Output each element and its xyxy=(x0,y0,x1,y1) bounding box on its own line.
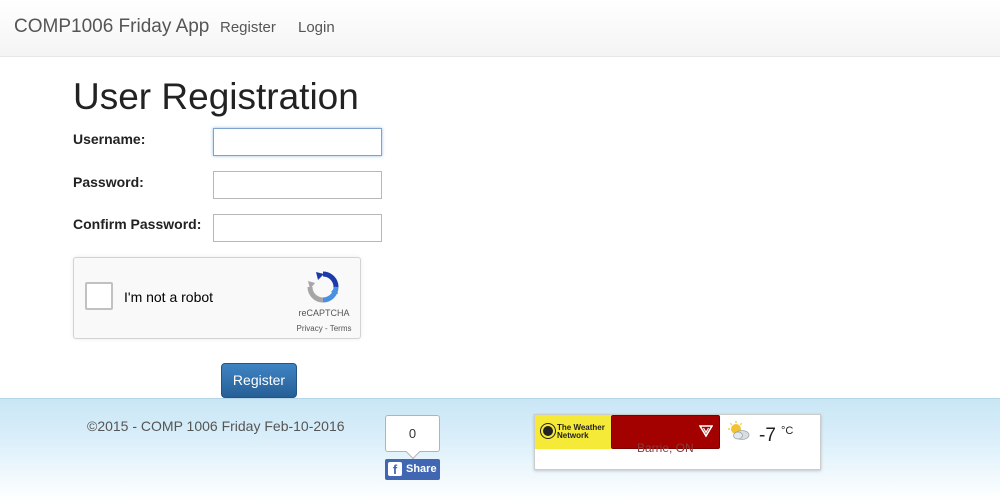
password-field[interactable] xyxy=(213,171,382,199)
weather-network-logo-icon xyxy=(541,424,555,438)
recaptcha-brand: reCAPTCHA xyxy=(298,308,350,318)
nav-login-link[interactable]: Login xyxy=(298,19,335,36)
register-button[interactable]: Register xyxy=(221,363,297,398)
weather-widget: The Weather Network Barrie, ON -7 °C xyxy=(534,414,821,470)
sun-cloud-icon xyxy=(728,421,750,440)
navbar: COMP1006 Friday App Register Login xyxy=(0,0,1000,57)
weather-temperature: -7 xyxy=(759,425,776,446)
page-title: User Registration xyxy=(73,76,359,117)
recaptcha-checkbox[interactable] xyxy=(85,282,113,310)
weather-network-logo-text: The Weather Network xyxy=(557,423,605,440)
facebook-icon: f xyxy=(388,462,402,476)
username-label: Username: xyxy=(73,131,146,147)
brand-link[interactable]: COMP1006 Friday App xyxy=(14,16,209,38)
footer: ©2015 - COMP 1006 Friday Feb-10-2016 0 f… xyxy=(0,398,1000,500)
weather-location-text: Barrie, ON xyxy=(637,441,694,455)
weather-temperature-unit: °C xyxy=(781,425,794,437)
chevron-down-icon xyxy=(699,425,713,438)
recaptcha-privacy-terms-links[interactable]: Privacy - Terms xyxy=(286,324,362,333)
copyright-text: ©2015 - COMP 1006 Friday Feb-10-2016 xyxy=(87,418,345,434)
confirm-password-label: Confirm Password: xyxy=(73,216,202,232)
recaptcha-label: I'm not a robot xyxy=(124,289,214,305)
facebook-share-label: Share xyxy=(406,463,437,475)
confirm-password-field[interactable] xyxy=(213,214,382,242)
recaptcha-logo-icon xyxy=(307,271,339,303)
username-field[interactable] xyxy=(213,128,382,156)
password-label: Password: xyxy=(73,174,144,190)
recaptcha-widget: I'm not a robot reCAPTCHA Privacy - Term… xyxy=(73,257,361,339)
weather-network-logo[interactable]: The Weather Network xyxy=(535,415,611,449)
facebook-share-count: 0 xyxy=(385,415,440,452)
facebook-share-button[interactable]: f Share xyxy=(385,459,440,480)
nav-register-link[interactable]: Register xyxy=(220,19,276,36)
